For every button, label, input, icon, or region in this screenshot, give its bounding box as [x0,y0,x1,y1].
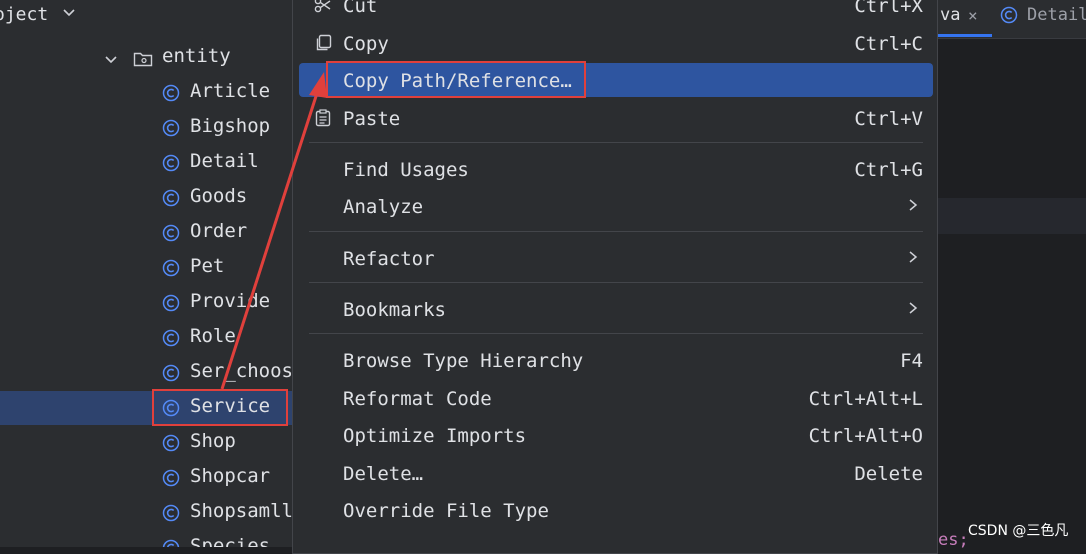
menu-item-shortcut: Ctrl+X [854,0,923,17]
class-icon [162,154,180,172]
editor-current-line [938,198,1086,234]
tree-item[interactable]: Goods [0,181,292,215]
tree-item[interactable]: Shop [0,426,292,460]
class-icon [162,329,180,347]
class-icon [162,224,180,242]
menu-separator [309,333,923,334]
menu-item-label: Cut [343,0,378,17]
menu-item-label: Bookmarks [343,299,446,321]
tree-item-label: Role [190,325,236,347]
class-icon [162,294,180,312]
menu-item-find-usages[interactable]: Find Usages Ctrl+G [299,152,933,186]
tree-item-label: Detail [190,150,259,172]
chevron-right-icon [909,302,918,314]
tab-active-label[interactable]: va [940,5,960,25]
menu-item-label: Refactor [343,248,435,270]
chevron-right-icon [909,251,918,263]
menu-item-override-file-type[interactable]: Override File Type [299,493,933,527]
menu-item-shortcut: Ctrl+C [854,33,923,55]
menu-item-label: Override File Type [343,500,549,522]
menu-separator [309,142,923,143]
tree-item[interactable]: Article [0,76,292,110]
class-icon [162,469,180,487]
tree-item-label: Shopcar [190,465,271,487]
class-icon [162,259,180,277]
project-panel: oject entity Article Bigshop Detail Goods Or… [0,0,292,547]
menu-item-refactor[interactable]: Refactor [299,241,933,275]
menu-separator [309,231,923,232]
tree-item[interactable]: Role [0,321,292,355]
tree-item[interactable]: Species [0,531,292,547]
menu-item-paste[interactable]: Paste Ctrl+V [299,101,933,135]
tree-item[interactable]: Order [0,216,292,250]
class-icon [162,189,180,207]
class-icon [1000,6,1018,24]
menu-item-label: Paste [343,108,401,130]
tree-folder-entity[interactable]: entity [0,41,292,75]
tree-item-label: Provide [190,290,271,312]
tree-item-label: Pet [190,255,225,277]
chevron-down-icon[interactable] [104,53,118,67]
class-icon [162,434,180,452]
tree-item-label: Ser_choos [190,360,292,382]
tree-item[interactable]: Bigshop [0,111,292,145]
tree-item-label: Order [190,220,248,242]
menu-item-shortcut: Ctrl+G [854,159,923,181]
annotation-box-service [152,389,288,426]
menu-item-analyze[interactable]: Analyze [299,189,933,223]
folder-icon [133,52,153,67]
menu-item-label: Find Usages [343,159,469,181]
menu-item-cut[interactable]: Cut Ctrl+X [299,0,933,22]
tree-item-label: Species [190,535,271,547]
clipboard-icon [315,109,331,127]
project-title[interactable]: oject [0,4,48,25]
chevron-down-icon[interactable] [62,6,76,20]
close-icon[interactable]: × [968,6,978,25]
menu-item-shortcut: F4 [900,350,923,372]
chevron-right-icon [909,199,918,211]
watermark: CSDN @三色凡 [968,523,1069,539]
editor-area [938,0,1086,547]
copy-icon [316,34,332,51]
tree-item[interactable]: Ser_choos [0,356,292,390]
tree-item-label: Article [190,80,271,102]
tree-item[interactable]: Shopcar [0,461,292,495]
menu-item-label: Delete… [343,463,424,485]
class-icon [162,119,180,137]
menu-item-bookmarks[interactable]: Bookmarks [299,292,933,326]
menu-item-label: Copy [343,33,389,55]
menu-item-label: Browse Type Hierarchy [343,350,584,372]
menu-item-copy[interactable]: Copy Ctrl+C [299,26,933,60]
annotation-box-copy-path [326,61,586,98]
code-fragment: es; [938,530,969,550]
menu-separator [309,282,923,283]
scissors-icon [314,0,331,13]
class-icon [162,364,180,382]
tree-folder-label: entity [162,45,231,67]
tree-item[interactable]: Provide [0,286,292,320]
menu-item-label: Reformat Code [343,388,492,410]
menu-item-browse-type-hierarchy[interactable]: Browse Type Hierarchy F4 [299,343,933,377]
menu-item-reformat-code[interactable]: Reformat Code Ctrl+Alt+L [299,381,933,415]
class-icon [162,84,180,102]
tree-item-label: Shopsamll [190,500,292,522]
class-icon [162,504,180,522]
menu-item-shortcut: Ctrl+Alt+L [808,388,923,410]
tab-detail-label[interactable]: Detail [1027,5,1086,25]
menu-item-delete[interactable]: Delete… Delete [299,456,933,490]
tree-item-label: Bigshop [190,115,271,137]
menu-item-shortcut: Delete [854,463,923,485]
tree-item-label: Goods [190,185,248,207]
menu-item-shortcut: Ctrl+Alt+O [808,425,923,447]
menu-item-optimize-imports[interactable]: Optimize Imports Ctrl+Alt+O [299,418,933,452]
tree-item[interactable]: Detail [0,146,292,180]
tree-item-label: Shop [190,430,236,452]
menu-item-label: Analyze [343,196,424,218]
menu-item-shortcut: Ctrl+V [854,108,923,130]
class-icon [162,539,180,547]
tree-item[interactable]: Shopsamll [0,496,292,530]
menu-item-label: Optimize Imports [343,425,527,447]
tree-item[interactable]: Pet [0,251,292,285]
